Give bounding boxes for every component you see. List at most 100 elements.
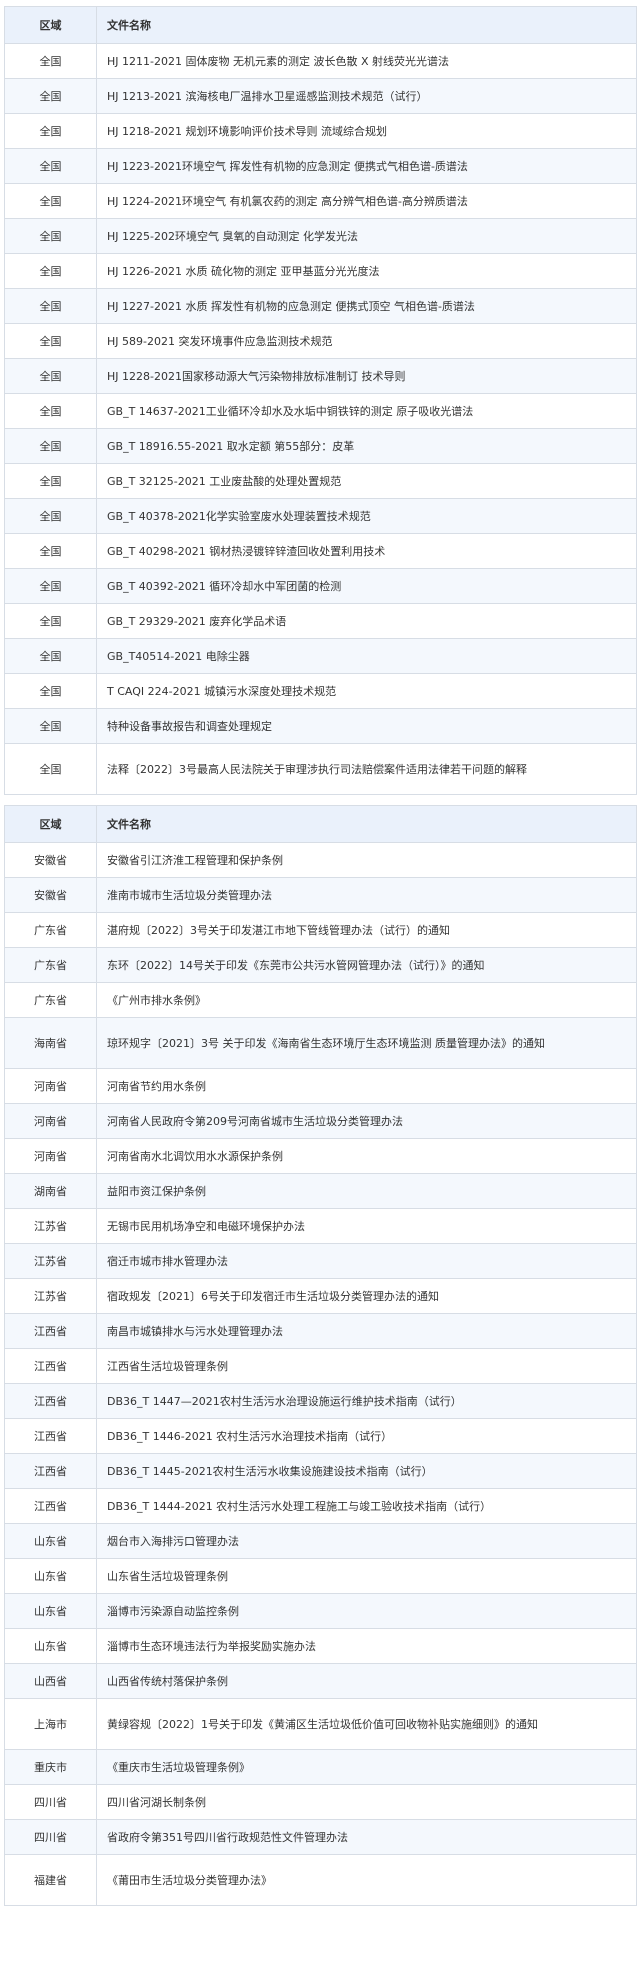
region-cell: 全国 (4, 743, 97, 795)
table-row: 江西省 DB36_T 1446-2021 农村生活污水治理技术指南（试行） (4, 1418, 637, 1454)
region-cell: 全国 (4, 78, 97, 114)
table-row: 福建省 《莆田市生活垃圾分类管理办法》 (4, 1854, 637, 1906)
document-name-cell: HJ 1227-2021 水质 挥发性有机物的应急测定 便携式顶空 气相色谱-质… (96, 288, 637, 324)
table-row: 全国 HJ 1227-2021 水质 挥发性有机物的应急测定 便携式顶空 气相色谱… (4, 288, 637, 324)
table-row: 全国 GB_T 14637-2021工业循环冷却水及水垢中铜铁锌的测定 原子吸收光… (4, 393, 637, 429)
table-row: 全国 HJ 1213-2021 滨海核电厂温排水卫星遥感监测技术规范（试行） (4, 78, 637, 114)
document-name-cell: 安徽省引江济淮工程管理和保护条例 (96, 842, 637, 878)
document-name-cell: 河南省南水北调饮用水水源保护条例 (96, 1138, 637, 1174)
document-name-cell: 湛府规〔2022〕3号关于印发湛江市地下管线管理办法（试行）的通知 (96, 912, 637, 948)
region-cell: 全国 (4, 183, 97, 219)
region-cell: 山东省 (4, 1628, 97, 1664)
table-row: 全国 HJ 1226-2021 水质 硫化物的测定 亚甲基蓝分光光度法 (4, 253, 637, 289)
region-cell: 全国 (4, 568, 97, 604)
region-cell: 江苏省 (4, 1243, 97, 1279)
table-row: 山东省 淄博市生态环境违法行为举报奖励实施办法 (4, 1628, 637, 1664)
region-cell: 安徽省 (4, 877, 97, 913)
document-name-cell: HJ 1228-2021国家移动源大气污染物排放标准制订 技术导则 (96, 358, 637, 394)
document-name-cell: T CAQI 224-2021 城镇污水深度处理技术规范 (96, 673, 637, 709)
document-name-cell: HJ 1213-2021 滨海核电厂温排水卫星遥感监测技术规范（试行） (96, 78, 637, 114)
document-name-cell: HJ 1224-2021环境空气 有机氯农药的测定 高分辨气相色谱-高分辨质谱法 (96, 183, 637, 219)
document-name-cell: HJ 1211-2021 固体废物 无机元素的测定 波长色散 X 射线荧光光谱法 (96, 43, 637, 79)
region-cell: 全国 (4, 43, 97, 79)
provincial-documents-table: 区域 文件名称 安徽省 安徽省引江济淮工程管理和保护条例 安徽省 淮南市城市生活垃圾分… (4, 805, 637, 1906)
table-row: 江苏省 宿迁市城市排水管理办法 (4, 1243, 637, 1279)
region-cell: 安徽省 (4, 842, 97, 878)
region-cell: 全国 (4, 638, 97, 674)
document-name-cell: 山东省生活垃圾管理条例 (96, 1558, 637, 1594)
document-name-cell: DB36_T 1444-2021 农村生活污水处理工程施工与竣工验收技术指南（试… (96, 1488, 637, 1524)
document-name-cell: GB_T40514-2021 电除尘器 (96, 638, 637, 674)
document-name-cell: 无锡市民用机场净空和电磁环境保护办法 (96, 1208, 637, 1244)
region-cell: 全国 (4, 218, 97, 254)
document-name-cell: HJ 1225-202环境空气 臭氧的自动测定 化学发光法 (96, 218, 637, 254)
document-name-cell: 河南省人民政府令第209号河南省城市生活垃圾分类管理办法 (96, 1103, 637, 1139)
table-row: 全国 GB_T 40392-2021 循环冷却水中军团菌的检测 (4, 568, 637, 604)
region-cell: 全国 (4, 393, 97, 429)
table-row: 重庆市 《重庆市生活垃圾管理条例》 (4, 1749, 637, 1785)
document-name-cell: GB_T 32125-2021 工业废盐酸的处理处置规范 (96, 463, 637, 499)
table-row: 上海市 黄绿容规〔2022〕1号关于印发《黄浦区生活垃圾低价值可回收物补贴实施细则… (4, 1698, 637, 1750)
document-name-cell: 烟台市入海排污口管理办法 (96, 1523, 637, 1559)
document-name-cell: GB_T 40378-2021化学实验室废水处理装置技术规范 (96, 498, 637, 534)
document-name-cell: GB_T 29329-2021 废弃化学品术语 (96, 603, 637, 639)
header-region: 区域 (4, 6, 97, 44)
document-name-cell: 四川省河湖长制条例 (96, 1784, 637, 1820)
region-cell: 江西省 (4, 1348, 97, 1384)
document-name-cell: 法释〔2022〕3号最高人民法院关于审理涉执行司法赔偿案件适用法律若干问题的解释 (96, 743, 637, 795)
table-row: 全国 HJ 1211-2021 固体废物 无机元素的测定 波长色散 X 射线荧光光… (4, 43, 637, 79)
table-row: 江苏省 无锡市民用机场净空和电磁环境保护办法 (4, 1208, 637, 1244)
document-name-cell: 益阳市资江保护条例 (96, 1173, 637, 1209)
table-row: 广东省 东环〔2022〕14号关于印发《东莞市公共污水管网管理办法（试行）》的通知 (4, 947, 637, 983)
region-cell: 山东省 (4, 1558, 97, 1594)
document-name-cell: GB_T 40298-2021 钢材热浸镀锌锌渣回收处置利用技术 (96, 533, 637, 569)
table-row: 江西省 DB36_T 1445-2021农村生活污水收集设施建设技术指南（试行） (4, 1453, 637, 1489)
region-cell: 福建省 (4, 1854, 97, 1906)
region-cell: 全国 (4, 323, 97, 359)
table-row: 全国 特种设备事故报告和调查处理规定 (4, 708, 637, 744)
table-header-row: 区域 文件名称 (4, 805, 637, 843)
document-name-cell: 《重庆市生活垃圾管理条例》 (96, 1749, 637, 1785)
table-row: 全国 HJ 1224-2021环境空气 有机氯农药的测定 高分辨气相色谱-高分辨质… (4, 183, 637, 219)
table-row: 全国 T CAQI 224-2021 城镇污水深度处理技术规范 (4, 673, 637, 709)
region-cell: 山东省 (4, 1593, 97, 1629)
region-cell: 河南省 (4, 1068, 97, 1104)
document-name-cell: GB_T 40392-2021 循环冷却水中军团菌的检测 (96, 568, 637, 604)
table-row: 江西省 南昌市城镇排水与污水处理管理办法 (4, 1313, 637, 1349)
document-name-cell: 宿迁市城市排水管理办法 (96, 1243, 637, 1279)
region-cell: 广东省 (4, 912, 97, 948)
document-name-cell: 淮南市城市生活垃圾分类管理办法 (96, 877, 637, 913)
table-row: 湖南省 益阳市资江保护条例 (4, 1173, 637, 1209)
table-row: 海南省 琼环规字〔2021〕3号 关于印发《海南省生态环境厅生态环境监测 质量管理… (4, 1017, 637, 1069)
region-cell: 全国 (4, 253, 97, 289)
region-cell: 江苏省 (4, 1208, 97, 1244)
document-name-cell: 河南省节约用水条例 (96, 1068, 637, 1104)
table-row: 江西省 江西省生活垃圾管理条例 (4, 1348, 637, 1384)
table-row: 河南省 河南省南水北调饮用水水源保护条例 (4, 1138, 637, 1174)
document-name-cell: HJ 1223-2021环境空气 挥发性有机物的应急测定 便携式气相色谱-质谱法 (96, 148, 637, 184)
table-row: 江苏省 宿政规发〔2021〕6号关于印发宿迁市生活垃圾分类管理办法的通知 (4, 1278, 637, 1314)
region-cell: 江西省 (4, 1418, 97, 1454)
region-cell: 山西省 (4, 1663, 97, 1699)
table-row: 全国 HJ 1223-2021环境空气 挥发性有机物的应急测定 便携式气相色谱-质… (4, 148, 637, 184)
document-name-cell: DB36_T 1446-2021 农村生活污水治理技术指南（试行） (96, 1418, 637, 1454)
region-cell: 河南省 (4, 1138, 97, 1174)
document-name-cell: 江西省生活垃圾管理条例 (96, 1348, 637, 1384)
region-cell: 全国 (4, 113, 97, 149)
document-name-cell: 琼环规字〔2021〕3号 关于印发《海南省生态环境厅生态环境监测 质量管理办法》… (96, 1017, 637, 1069)
region-cell: 湖南省 (4, 1173, 97, 1209)
table-row: 全国 GB_T40514-2021 电除尘器 (4, 638, 637, 674)
document-name-cell: 特种设备事故报告和调查处理规定 (96, 708, 637, 744)
table-row: 全国 HJ 1228-2021国家移动源大气污染物排放标准制订 技术导则 (4, 358, 637, 394)
table-row: 全国 GB_T 40378-2021化学实验室废水处理装置技术规范 (4, 498, 637, 534)
document-name-cell: DB36_T 1447—2021农村生活污水治理设施运行维护技术指南（试行） (96, 1383, 637, 1419)
document-name-cell: 宿政规发〔2021〕6号关于印发宿迁市生活垃圾分类管理办法的通知 (96, 1278, 637, 1314)
table-row: 山东省 山东省生活垃圾管理条例 (4, 1558, 637, 1594)
header-region: 区域 (4, 805, 97, 843)
region-cell: 江西省 (4, 1453, 97, 1489)
document-name-cell: HJ 1218-2021 规划环境影响评价技术导则 流域综合规划 (96, 113, 637, 149)
region-cell: 上海市 (4, 1698, 97, 1750)
document-name-cell: 《莆田市生活垃圾分类管理办法》 (96, 1854, 637, 1906)
region-cell: 全国 (4, 708, 97, 744)
region-cell: 江西省 (4, 1313, 97, 1349)
